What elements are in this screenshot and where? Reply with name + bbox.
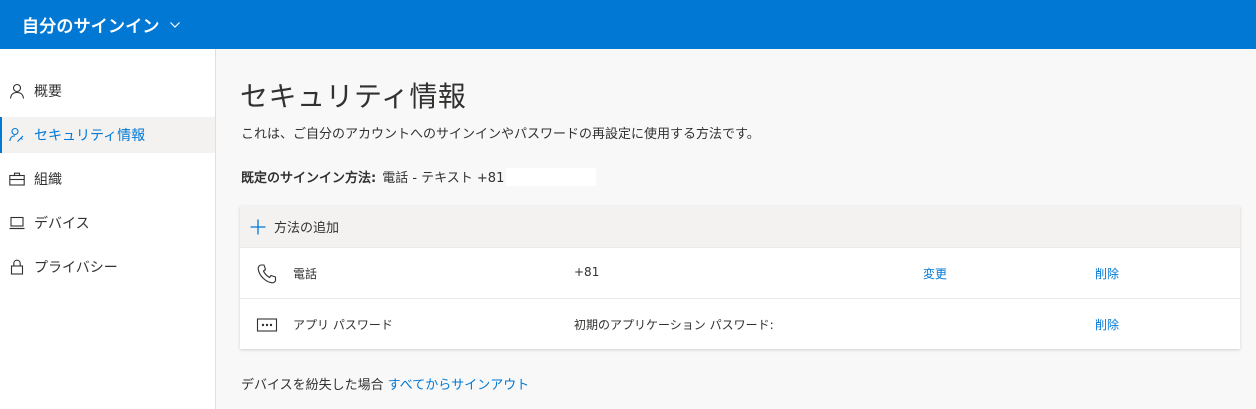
main-content: セキュリティ情報 これは、ご自分のアカウントへのサインインやパスワードの再設定に… <box>216 49 1256 409</box>
sidebar-item-label: 組織 <box>34 172 62 188</box>
method-value: +81 <box>574 265 600 279</box>
sign-out-everywhere-link[interactable]: すべてからサインアウト <box>388 378 530 393</box>
default-method-label: 既定のサインイン方法: <box>241 171 377 186</box>
person-icon <box>8 82 26 100</box>
method-name: アプリ パスワード <box>293 318 393 332</box>
add-method-label: 方法の追加 <box>274 221 340 236</box>
change-link[interactable]: 変更 <box>923 265 947 282</box>
person-key-icon <box>8 126 26 144</box>
default-sign-in-method: 既定のサインイン方法: 電話 - テキスト +81 <box>241 167 597 186</box>
sidebar-item-security-info[interactable]: セキュリティ情報 <box>0 117 215 153</box>
sidebar-item-privacy[interactable]: プライバシー <box>0 249 215 285</box>
password-dots-icon <box>256 314 278 336</box>
phone-icon <box>256 263 278 285</box>
chevron-down-icon[interactable] <box>169 20 180 30</box>
method-name: 電話 <box>293 267 318 281</box>
sidebar-item-label: セキュリティ情報 <box>34 128 146 144</box>
sidebar-item-label: デバイス <box>34 216 90 232</box>
page-title: セキュリティ情報 <box>240 80 467 113</box>
delete-link[interactable]: 削除 <box>1095 265 1119 282</box>
redacted-phone-number <box>506 167 597 186</box>
lock-icon <box>8 258 26 276</box>
sidebar-item-devices[interactable]: デバイス <box>0 205 215 241</box>
method-value: 初期のアプリケーション パスワード: <box>574 318 774 332</box>
sidebar-item-overview[interactable]: 概要 <box>0 73 215 109</box>
plus-icon <box>250 219 266 235</box>
methods-card: 方法の追加 電話 +81 変更 削除 アプリ パスワード 初期のアプリケーション… <box>240 206 1240 349</box>
app-title[interactable]: 自分のサインイン <box>22 12 160 37</box>
method-row-phone: 電話 +81 変更 削除 <box>240 247 1240 298</box>
method-row-app-password: アプリ パスワード 初期のアプリケーション パスワード: 削除 <box>240 298 1240 349</box>
briefcase-icon <box>8 170 26 188</box>
sidebar-item-label: プライバシー <box>34 260 118 276</box>
default-method-value: 電話 - テキスト +81 <box>382 171 505 186</box>
lost-device-notice: デバイスを紛失した場合 すべてからサインアウト <box>241 374 529 393</box>
sidebar-item-label: 概要 <box>34 84 62 100</box>
laptop-icon <box>8 214 26 232</box>
top-bar: 自分のサインイン <box>0 0 1256 49</box>
lost-device-text: デバイスを紛失した場合 <box>241 378 384 393</box>
page-description: これは、ご自分のアカウントへのサインインやパスワードの再設定に使用する方法です。 <box>241 127 760 142</box>
sidebar-item-organization[interactable]: 組織 <box>0 161 215 197</box>
sidebar: 概要 セキュリティ情報 組織 デバイス プライバシー <box>0 49 216 409</box>
add-method-button[interactable]: 方法の追加 <box>240 206 1240 247</box>
delete-link[interactable]: 削除 <box>1095 316 1119 333</box>
